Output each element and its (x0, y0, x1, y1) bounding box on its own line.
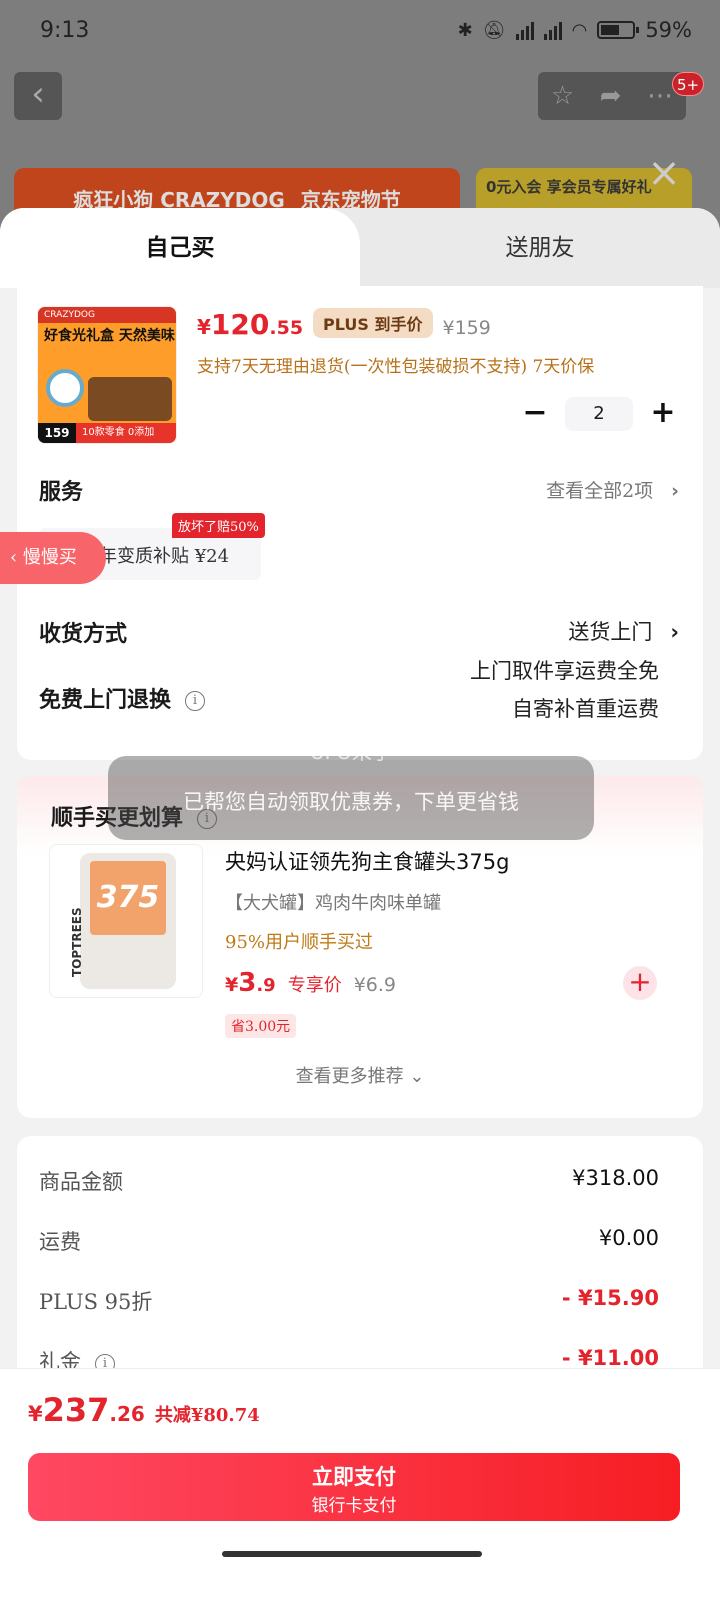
status-icons: ✱ 🔕︎ ◠ 59% (458, 18, 692, 42)
product-thumbnail[interactable]: CRAZYDOG 好食光礼盒 天然美味 10款零食 0添加 159 (37, 306, 177, 444)
summary-label: PLUS 95折 (39, 1290, 153, 1314)
wifi-icon: ◠ (571, 19, 588, 41)
can-label: 375 (90, 861, 166, 935)
quantity-input[interactable]: 2 (565, 397, 633, 431)
save-badge: 省3.00元 (225, 1014, 297, 1038)
message-badge: 5+ (672, 72, 705, 96)
home-indicator (222, 1551, 482, 1557)
battery-icon (597, 21, 640, 39)
back-button[interactable]: ‹ (14, 72, 62, 120)
return-line-2: 自寄补首重运费 (512, 697, 659, 721)
service-title: 服务 (39, 479, 84, 505)
pay-method: 银行卡支付 (311, 1496, 397, 1516)
product-card: CRAZYDOG 好食光礼盒 天然美味 10款零食 0添加 159 ¥120.5… (17, 286, 703, 760)
recommend-subtitle: 【大犬罐】鸡肉牛肉味单罐 (225, 893, 441, 914)
decrease-button[interactable]: − (517, 396, 553, 432)
coupon-toast: UFO来了 已帮您自动领取优惠券，下单更省钱 (108, 740, 594, 840)
free-return-info: 上门取件享运费全免 自寄补首重运费 (470, 652, 659, 728)
close-icon[interactable]: × (646, 153, 682, 193)
recommend-price: ¥3.9 (225, 968, 276, 998)
thumb-ring (46, 369, 84, 407)
return-guarantee: 支持7天无理由退货(一次性包装破损不支持) 7天价保 (197, 357, 595, 377)
chevron-right-icon: › (671, 480, 679, 502)
status-bar: 9:13 ✱ 🔕︎ ◠ 59% (0, 0, 720, 64)
toast-title: UFO来了 (310, 740, 392, 764)
recommend-price-row: ¥3.9 专享价 ¥6.9 (225, 968, 396, 998)
slow-buy-button[interactable]: ‹ 慢慢买 (0, 532, 106, 584)
info-icon[interactable]: i (185, 691, 206, 711)
summary-value: ¥318.00 (572, 1166, 659, 1190)
toast-message: 已帮您自动领取优惠券，下单更省钱 (183, 790, 519, 814)
summary-row: 商品金额 ¥318.00 (39, 1166, 659, 1196)
thumb-snack-box (88, 377, 172, 421)
battery-percent: 59% (645, 18, 692, 42)
star-icon[interactable]: ☆ (551, 81, 574, 111)
product-price: ¥120.55 (197, 308, 304, 341)
top-actions: ☆ ➦ ⋯ (538, 72, 686, 120)
pay-now-button[interactable]: 立即支付 银行卡支付 (28, 1453, 680, 1521)
mute-bell-icon: 🔕︎ (482, 19, 506, 41)
price-summary: 商品金额 ¥318.00 运费 ¥0.00 PLUS 95折 - ¥15.90 … (17, 1136, 703, 1396)
price-row: ¥120.55 PLUS 到手价 ¥159 (197, 308, 491, 342)
tab-gift-friend[interactable]: 送朋友 (360, 208, 720, 288)
more-icon[interactable]: ⋯ (647, 81, 673, 111)
thumb-header: CRAZYDOG (38, 307, 176, 323)
quantity-stepper: − 2 + (517, 396, 681, 432)
status-time: 9:13 (40, 18, 90, 43)
recommend-original-price: ¥6.9 (353, 974, 397, 996)
increase-button[interactable]: + (645, 396, 681, 432)
pay-label: 立即支付 (312, 1464, 396, 1489)
can-image: 375 TOPTREES (70, 853, 176, 989)
chevron-left-icon: ‹ (31, 74, 45, 114)
recommend-image[interactable]: 375 TOPTREES (49, 844, 203, 998)
delivery-title: 收货方式 (39, 621, 128, 647)
recommend-bought: 95%用户顺手买过 (225, 932, 374, 953)
tab-self-buy[interactable]: 自己买 (0, 208, 360, 288)
summary-row: PLUS 95折 - ¥15.90 (39, 1286, 659, 1316)
see-more-link[interactable]: 查看更多推荐 ⌄ (17, 1062, 703, 1088)
recommend-name[interactable]: 央妈认证领先狗主食罐头375g (225, 846, 509, 876)
signal-icon (515, 20, 534, 40)
total-price: ¥237.26 共减¥80.74 (28, 1391, 260, 1429)
service-tag: 放坏了赔50% (172, 513, 265, 538)
can-brand: TOPTREES (70, 907, 84, 977)
summary-row: 运费 ¥0.00 (39, 1226, 659, 1256)
exclusive-label: 专享价 (287, 975, 342, 996)
plus-price-tag: PLUS 到手价 (313, 308, 433, 338)
thumb-price: 159 (38, 423, 76, 443)
share-icon[interactable]: ➦ (600, 81, 622, 111)
signal-icon-2 (543, 20, 562, 40)
summary-label: 运费 (39, 1230, 81, 1254)
return-line-1: 上门取件享运费全免 (470, 659, 659, 683)
thumb-title: 好食光礼盒 天然美味 (44, 328, 175, 344)
summary-label: 商品金额 (39, 1170, 123, 1194)
service-view-all[interactable]: 查看全部2项 › (546, 476, 679, 503)
original-price: ¥159 (442, 317, 491, 339)
free-return-title: 免费上门退换 i (39, 682, 206, 714)
purchase-tabs: 自己买 送朋友 (0, 208, 720, 288)
delivery-method[interactable]: 送货上门 › (568, 616, 679, 646)
bluetooth-icon: ✱ (457, 19, 473, 41)
chevron-right-icon: › (670, 620, 679, 644)
add-to-order-button[interactable]: + (623, 966, 657, 1000)
chevron-down-icon: ⌄ (403, 1066, 425, 1087)
summary-value: - ¥15.90 (561, 1286, 659, 1310)
total-discount: 共减¥80.74 (154, 1405, 260, 1426)
checkout-bar: ¥237.26 共减¥80.74 立即支付 银行卡支付 (0, 1368, 720, 1600)
summary-value: ¥0.00 (598, 1226, 659, 1250)
chevron-left-icon: ‹ (10, 547, 23, 568)
